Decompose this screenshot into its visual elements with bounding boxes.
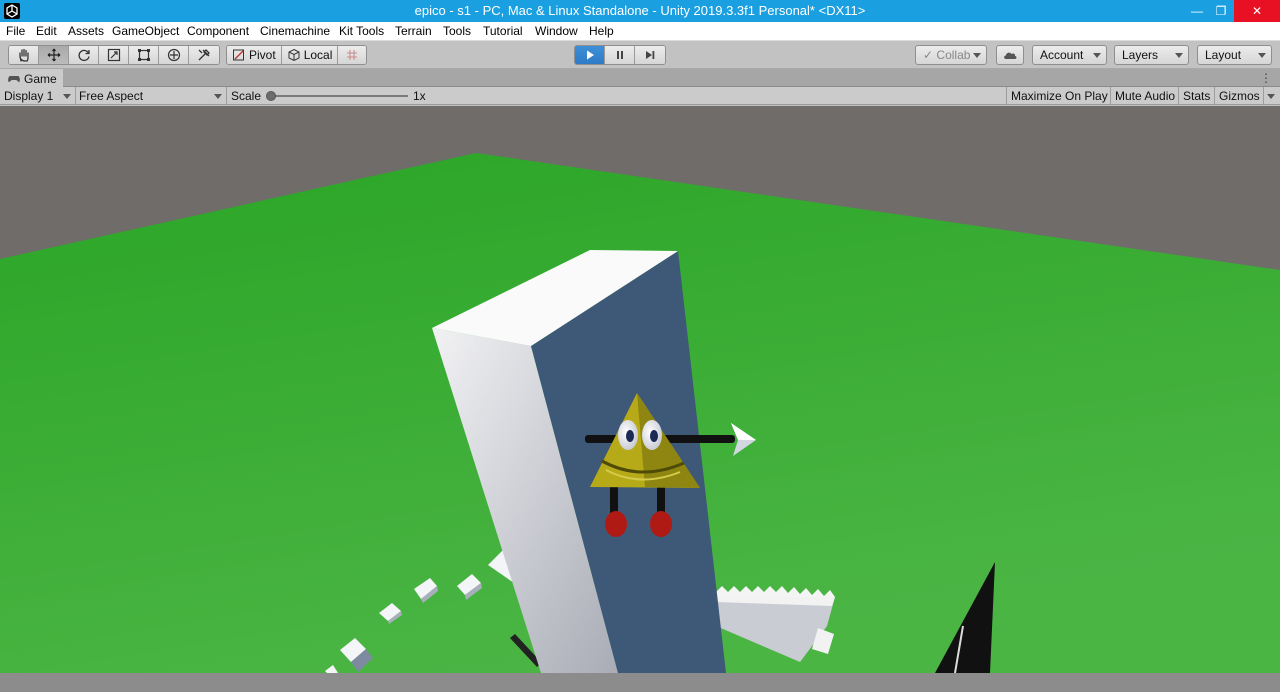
scale-tool-button[interactable] — [99, 46, 129, 64]
mute-audio-toggle[interactable]: Mute Audio — [1110, 87, 1179, 105]
move-tool-button[interactable] — [39, 46, 69, 64]
layers-label: Layers — [1122, 48, 1159, 62]
chevron-down-icon — [1258, 53, 1266, 58]
collab-check-icon: ✓ — [923, 48, 934, 62]
game-view-toolbar: Display 1 Free Aspect Scale 1x Maximize … — [0, 87, 1280, 105]
tab-game-label: Game — [24, 72, 57, 86]
game-viewport[interactable] — [0, 106, 1280, 673]
grid-snap-icon — [347, 50, 358, 60]
gizmos-dropdown[interactable] — [1263, 87, 1280, 105]
menu-component[interactable]: Component — [187, 24, 249, 38]
layers-dropdown[interactable]: Layers — [1114, 45, 1189, 65]
custom-tool-icon — [198, 49, 210, 61]
cloud-button[interactable] — [996, 45, 1024, 65]
stats-toggle[interactable]: Stats — [1178, 87, 1214, 105]
step-icon — [646, 51, 655, 59]
scale-label: Scale — [231, 89, 262, 103]
chevron-down-icon — [63, 94, 71, 99]
hand-icon — [18, 48, 29, 62]
pivot-icon — [233, 49, 244, 61]
menu-window[interactable]: Window — [535, 24, 578, 38]
scale-icon — [107, 48, 120, 62]
rotate-icon — [77, 49, 90, 62]
chevron-down-icon — [214, 94, 222, 99]
menu-tutorial[interactable]: Tutorial — [483, 24, 523, 38]
aspect-label: Free Aspect — [79, 89, 144, 103]
tab-game[interactable]: Game — [0, 69, 63, 87]
rect-transform-icon — [137, 49, 150, 61]
separator — [226, 87, 227, 105]
pivot-toggle[interactable]: Pivot — [227, 46, 282, 64]
collab-label: Collab — [936, 48, 971, 62]
cloud-icon — [1004, 52, 1017, 59]
layout-dropdown[interactable]: Layout — [1197, 45, 1272, 65]
rotate-tool-button[interactable] — [69, 46, 99, 64]
chevron-down-icon — [1175, 53, 1183, 58]
transform-tools — [8, 45, 220, 65]
transform-tool-button[interactable] — [159, 46, 189, 64]
window-title: epico - s1 - PC, Mac & Linux Standalone … — [414, 3, 866, 18]
title-bar: epico - s1 - PC, Mac & Linux Standalone … — [0, 0, 1280, 22]
rect-tool-button[interactable] — [129, 46, 159, 64]
restore-button[interactable]: ❐ — [1206, 0, 1236, 22]
menu-help[interactable]: Help — [589, 24, 614, 38]
chevron-down-icon — [973, 53, 981, 58]
pause-button[interactable] — [605, 46, 635, 64]
gizmos-toggle[interactable]: Gizmos — [1214, 87, 1260, 105]
gamepad-icon — [8, 76, 20, 82]
move-icon — [47, 48, 60, 62]
play-icon — [586, 50, 594, 60]
layout-label: Layout — [1205, 48, 1242, 62]
custom-tool-button[interactable] — [189, 46, 219, 64]
play-button[interactable] — [575, 46, 605, 64]
transform-icon — [167, 48, 180, 62]
menu-edit[interactable]: Edit — [36, 24, 57, 38]
pivot-label: Pivot — [249, 48, 276, 62]
close-button[interactable]: ✕ — [1234, 0, 1280, 22]
account-dropdown[interactable]: Account — [1032, 45, 1107, 65]
display-dropdown[interactable]: Display 1 — [0, 87, 75, 105]
collab-dropdown[interactable]: ✓ Collab — [915, 45, 987, 65]
chevron-down-icon — [1093, 53, 1101, 58]
menu-bar: File Edit Assets GameObject Component Ci… — [0, 22, 1280, 41]
local-label: Local — [303, 48, 333, 62]
menu-gameobject[interactable]: GameObject — [112, 24, 179, 38]
maximize-on-play-toggle[interactable]: Maximize On Play — [1006, 87, 1112, 105]
tab-bar: Game ⋮ — [0, 69, 1280, 87]
scale-slider-track[interactable] — [270, 95, 408, 97]
grid-snap-button[interactable] — [338, 46, 367, 64]
tab-options-icon[interactable]: ⋮ — [1260, 71, 1272, 85]
chevron-down-icon — [1267, 94, 1275, 100]
scale-value: 1x — [413, 89, 426, 103]
play-controls — [574, 45, 666, 65]
display-label: Display 1 — [4, 89, 54, 103]
menu-assets[interactable]: Assets — [68, 24, 104, 38]
hand-tool-button[interactable] — [9, 46, 39, 64]
pause-icon — [616, 51, 623, 59]
menu-cinemachine[interactable]: Cinemachine — [260, 24, 330, 38]
menu-terrain[interactable]: Terrain — [395, 24, 432, 38]
menu-file[interactable]: File — [6, 24, 25, 38]
local-cube-icon — [288, 48, 300, 62]
pivot-controls: Pivot Local — [226, 45, 368, 65]
status-bar — [0, 673, 1280, 692]
local-toggle[interactable]: Local — [281, 46, 339, 64]
step-button[interactable] — [635, 46, 665, 64]
menu-tools[interactable]: Tools — [443, 24, 471, 38]
main-toolbar: Pivot Local ✓ Collab Account Layers Layo… — [0, 41, 1280, 69]
menu-kit-tools[interactable]: Kit Tools — [339, 24, 384, 38]
aspect-dropdown[interactable]: Free Aspect — [76, 87, 226, 105]
account-label: Account — [1040, 48, 1084, 62]
scale-slider-thumb[interactable] — [266, 91, 276, 101]
